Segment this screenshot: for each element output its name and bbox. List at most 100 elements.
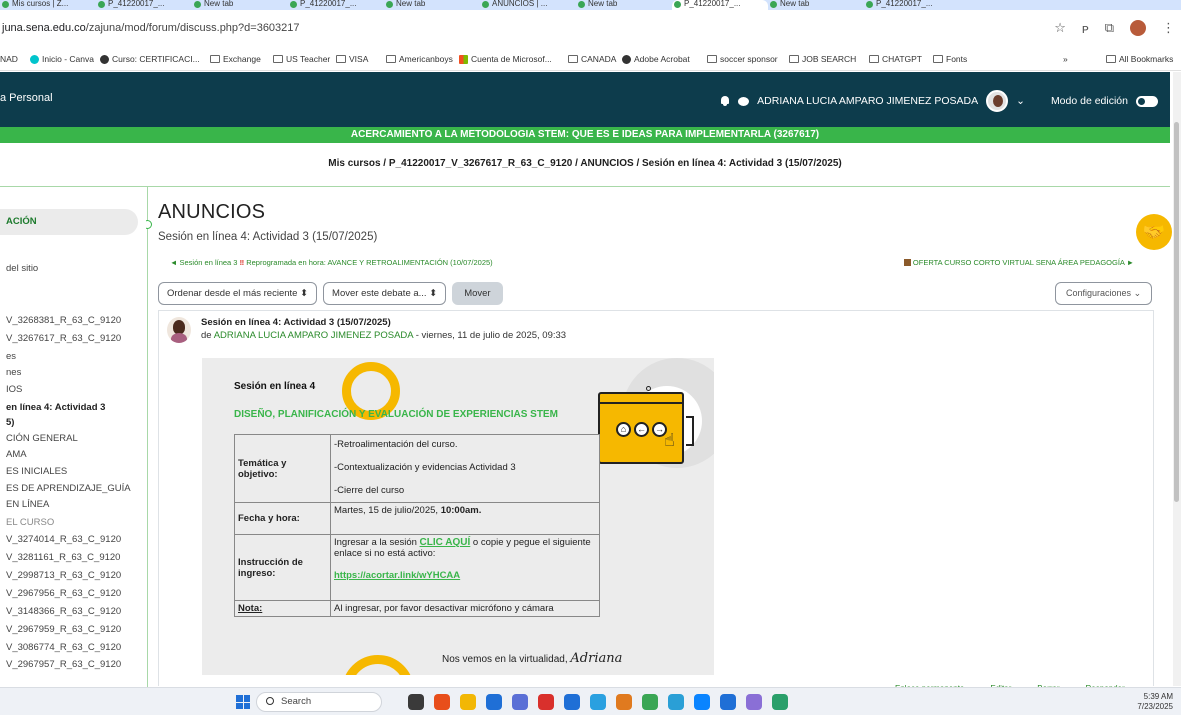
- browser-tab[interactable]: P_41220017_...: [288, 0, 384, 10]
- move-discussion-select[interactable]: Mover este debate a... ⬍: [323, 282, 447, 305]
- mail-icon[interactable]: [720, 694, 736, 710]
- sidebar-item[interactable]: EL CURSO: [6, 517, 54, 528]
- sidebar-item[interactable]: ES INICIALES: [6, 466, 67, 477]
- bookmark-item[interactable]: Americanboys: [386, 54, 453, 64]
- office-icon[interactable]: [434, 694, 450, 710]
- chrome-icon[interactable]: [538, 694, 554, 710]
- bookmark-item[interactable]: US Teacher: [273, 54, 330, 64]
- all-bookmarks-button[interactable]: All Bookmarks: [1106, 54, 1173, 64]
- bookmark-item[interactable]: soccer sponsor: [707, 54, 778, 64]
- sidebar-item[interactable]: nes: [6, 367, 21, 378]
- star-icon[interactable]: ☆: [1054, 20, 1066, 36]
- bell-icon[interactable]: [720, 95, 730, 107]
- browser-tab[interactable]: Mis cursos | Z...: [0, 0, 96, 10]
- bookmark-item[interactable]: Adobe Acrobat: [622, 54, 690, 64]
- bookmark-item[interactable]: NAD: [0, 54, 18, 64]
- browser-tab[interactable]: New tab: [576, 0, 672, 10]
- handshake-icon[interactable]: 🤝: [1136, 214, 1172, 250]
- sidebar-item[interactable]: V_2967956_R_63_C_9120: [6, 588, 121, 599]
- bookmark-item[interactable]: Fonts: [933, 54, 967, 64]
- sidebar-item[interactable]: AMA: [6, 449, 27, 460]
- browser-tab[interactable]: ANUNCIOS | ...: [480, 0, 576, 10]
- post-author-link[interactable]: ADRIANA LUCIA AMPARO JIMENEZ POSADA: [214, 330, 413, 341]
- edit-mode-toggle[interactable]: [1136, 95, 1158, 107]
- sidebar-item[interactable]: V_3148366_R_63_C_9120: [6, 606, 121, 617]
- sidebar-item[interactable]: 5): [6, 417, 14, 428]
- chevron-down-icon[interactable]: ⌄: [1016, 95, 1025, 107]
- sidebar-item[interactable]: V_3267617_R_63_C_9120: [6, 333, 121, 344]
- app-icon[interactable]: [746, 694, 762, 710]
- sidebar-item[interactable]: V_2998713_R_63_C_9120: [6, 570, 121, 581]
- author-avatar[interactable]: [167, 317, 191, 343]
- sidebar-item[interactable]: CIÓN GENERAL: [6, 433, 78, 444]
- teams-icon[interactable]: [512, 694, 528, 710]
- windows-start-icon[interactable]: [236, 695, 250, 709]
- bookmark-item[interactable]: CHATGPT: [869, 54, 922, 64]
- profile-avatar[interactable]: [1130, 20, 1146, 36]
- sidebar-item[interactable]: V_3268381_R_63_C_9120: [6, 315, 121, 326]
- settings-dropdown[interactable]: Configuraciones ⌄: [1055, 282, 1153, 305]
- sidebar-item[interactable]: V_2967957_R_63_C_9120: [6, 659, 121, 670]
- extension-icon[interactable]: ᴘ: [1082, 21, 1089, 36]
- bookmark-item[interactable]: Cuenta de Microsof...: [459, 54, 552, 64]
- chevron-down-icon: ⌄: [1133, 288, 1142, 298]
- url-field[interactable]: juna.sena.edu.co/zajuna/mod/forum/discus…: [0, 18, 1080, 39]
- store-icon[interactable]: [486, 694, 502, 710]
- sidebar-heading[interactable]: ACIÓN: [0, 209, 138, 235]
- chrome-icon[interactable]: [694, 694, 710, 710]
- more-menu-icon[interactable]: ⋮: [1162, 20, 1175, 36]
- scrollbar-thumb[interactable]: [1174, 122, 1179, 502]
- browser-tab[interactable]: P_41220017_...: [96, 0, 192, 10]
- bookmark-item[interactable]: Exchange: [210, 54, 261, 64]
- browser-tab[interactable]: P_41220017_...: [864, 0, 960, 10]
- browser-tab[interactable]: P_41220017_...: [672, 0, 768, 10]
- sidebar-item[interactable]: del sitio: [6, 263, 38, 274]
- edge-icon[interactable]: [772, 694, 788, 710]
- edge-icon[interactable]: [668, 694, 684, 710]
- sidebar-item[interactable]: V_3274014_R_63_C_9120: [6, 534, 121, 545]
- sort-select[interactable]: Ordenar desde el más reciente ⬍: [158, 282, 318, 305]
- sidebar-item[interactable]: en línea 4: Actividad 3: [6, 402, 105, 413]
- bookmark-item[interactable]: Curso: CERTIFICACI...: [100, 54, 200, 64]
- page-scrollbar[interactable]: [1173, 72, 1181, 686]
- previous-activity-link[interactable]: ◄ Sesión en línea 3 ‼ Reprogramada en ho…: [170, 258, 493, 267]
- bookmark-item[interactable]: CANADA: [568, 54, 616, 64]
- breadcrumb[interactable]: Mis cursos / P_41220017_V_3267617_R_63_C…: [0, 158, 1170, 169]
- page-title: ANUNCIOS: [158, 201, 266, 223]
- site-brand[interactable]: a Personal: [0, 92, 53, 104]
- whatsapp-icon[interactable]: [590, 694, 606, 710]
- browser-tab[interactable]: New tab: [384, 0, 480, 10]
- bookmark-item[interactable]: VISA: [336, 54, 368, 64]
- edit-mode-label: Modo de edición: [1050, 95, 1128, 107]
- sidebar-item[interactable]: V_3086774_R_63_C_9120: [6, 642, 121, 653]
- next-activity-link[interactable]: OFERTA CURSO CORTO VIRTUAL SENA ÁREA PED…: [903, 258, 1134, 267]
- sidebar-item[interactable]: V_2967959_R_63_C_9120: [6, 624, 121, 635]
- sidebar-item[interactable]: V_3281161_R_63_C_9120: [6, 552, 120, 563]
- user-name[interactable]: ADRIANA LUCIA AMPARO JIMENEZ POSADA: [757, 95, 978, 107]
- app-icon[interactable]: [642, 694, 658, 710]
- bookmarks-more-button[interactable]: »: [1063, 54, 1068, 64]
- folder-icon[interactable]: [460, 694, 476, 710]
- chat-icon[interactable]: [738, 96, 750, 106]
- session-url-link[interactable]: https://acortar.link/wYHCAA: [334, 570, 596, 581]
- move-button[interactable]: Mover: [452, 282, 503, 305]
- user-avatar[interactable]: [986, 90, 1009, 112]
- office-word-icon[interactable]: [564, 694, 580, 710]
- move-select-value: Mover este debate a...: [332, 288, 427, 299]
- sidebar-item[interactable]: ES DE APRENDIZAJE_GUÍA: [6, 483, 131, 494]
- browser-tab[interactable]: New tab: [192, 0, 288, 10]
- sidebar-item[interactable]: es: [6, 351, 16, 362]
- taskbar-clock[interactable]: 5:39 AM 7/23/2025: [1137, 692, 1173, 712]
- bookmark-label: Americanboys: [399, 54, 453, 64]
- bookmark-label: VISA: [349, 54, 369, 64]
- sidebar-item[interactable]: IOS: [6, 384, 22, 395]
- app-icon[interactable]: [616, 694, 632, 710]
- puzzle-icon[interactable]: ⧉: [1105, 20, 1114, 36]
- bookmark-item[interactable]: JOB SEARCH: [789, 54, 856, 64]
- sidebar-item[interactable]: EN LÍNEA: [6, 499, 49, 510]
- session-link[interactable]: CLIC AQUÍ: [420, 537, 471, 548]
- taskbar-search[interactable]: Search: [256, 692, 382, 712]
- file-explorer-icon[interactable]: [408, 694, 424, 710]
- bookmark-item[interactable]: Inicio - Canva: [30, 54, 94, 64]
- browser-tab[interactable]: New tab: [768, 0, 864, 10]
